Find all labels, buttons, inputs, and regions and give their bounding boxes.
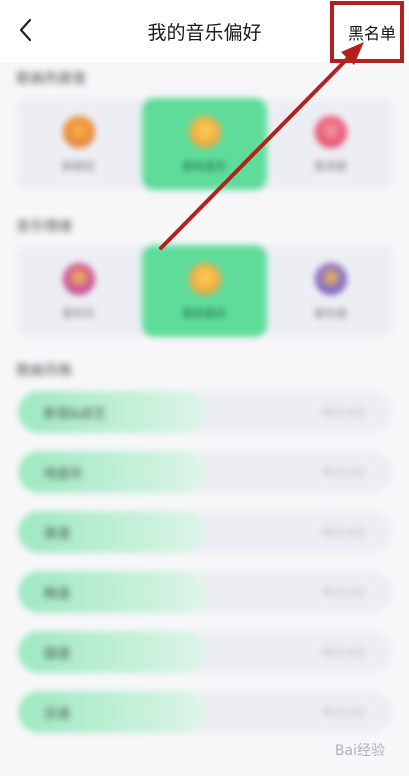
annotation-arrow-icon	[159, 42, 364, 250]
watermark-logo: Bai经验	[334, 743, 385, 759]
